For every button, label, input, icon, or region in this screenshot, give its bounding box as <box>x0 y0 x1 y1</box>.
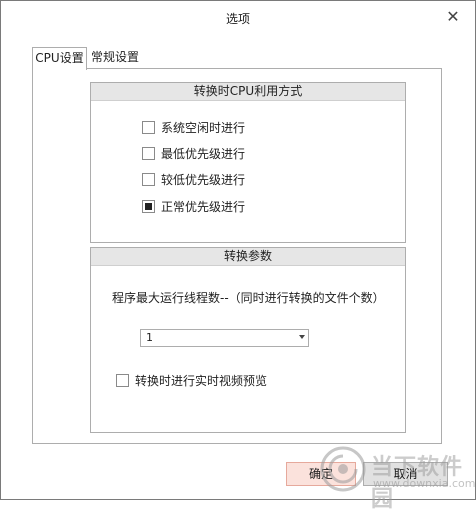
max-threads-select[interactable]: 1 <box>140 329 309 347</box>
option-low-priority[interactable]: 较低优先级进行 <box>142 172 245 188</box>
checkbox-realtime-preview[interactable] <box>116 374 129 387</box>
max-threads-value: 1 <box>146 331 153 344</box>
ok-button[interactable]: 确定 <box>286 462 356 486</box>
option-lowest-priority-label: 最低优先级进行 <box>161 147 246 161</box>
conversion-params-group-header: 转换参数 <box>91 248 405 266</box>
checkbox-normal-priority[interactable] <box>142 200 155 213</box>
checkbox-low-priority[interactable] <box>142 173 155 186</box>
option-realtime-preview-label: 转换时进行实时视频预览 <box>135 374 268 388</box>
cpu-usage-group: 转换时CPU利用方式 系统空闲时进行 最低优先级进行 较低优先级进行 正常优先级… <box>90 82 406 243</box>
cancel-button[interactable]: 取消 <box>363 462 448 486</box>
option-normal-priority-label: 正常优先级进行 <box>161 200 246 214</box>
checkbox-system-idle[interactable] <box>142 121 155 134</box>
dialog-title: 选项 <box>225 12 250 26</box>
option-normal-priority[interactable]: 正常优先级进行 <box>142 199 245 215</box>
option-system-idle-label: 系统空闲时进行 <box>161 121 246 135</box>
option-realtime-preview[interactable]: 转换时进行实时视频预览 <box>116 373 267 389</box>
cpu-settings-panel: 转换时CPU利用方式 系统空闲时进行 最低优先级进行 较低优先级进行 正常优先级… <box>32 68 442 444</box>
cpu-usage-group-header: 转换时CPU利用方式 <box>91 83 405 101</box>
chevron-down-icon <box>299 335 305 339</box>
close-icon[interactable]: ✕ <box>443 8 463 26</box>
tab-general-settings[interactable]: 常规设置 <box>87 47 143 68</box>
conversion-params-group: 转换参数 程序最大运行线程数--（同时进行转换的文件个数） 1 转换时进行实时视… <box>90 247 406 433</box>
max-threads-label: 程序最大运行线程数--（同时进行转换的文件个数） <box>112 291 385 305</box>
option-lowest-priority[interactable]: 最低优先级进行 <box>142 146 245 162</box>
option-low-priority-label: 较低优先级进行 <box>161 173 246 187</box>
tab-cpu-settings[interactable]: CPU设置 <box>32 47 87 70</box>
title-bar: 选项 ✕ <box>1 1 475 33</box>
checkbox-lowest-priority[interactable] <box>142 147 155 160</box>
options-dialog: 选项 ✕ CPU设置 常规设置 转换时CPU利用方式 系统空闲时进行 最低优先级… <box>0 0 476 512</box>
option-system-idle[interactable]: 系统空闲时进行 <box>142 120 245 136</box>
